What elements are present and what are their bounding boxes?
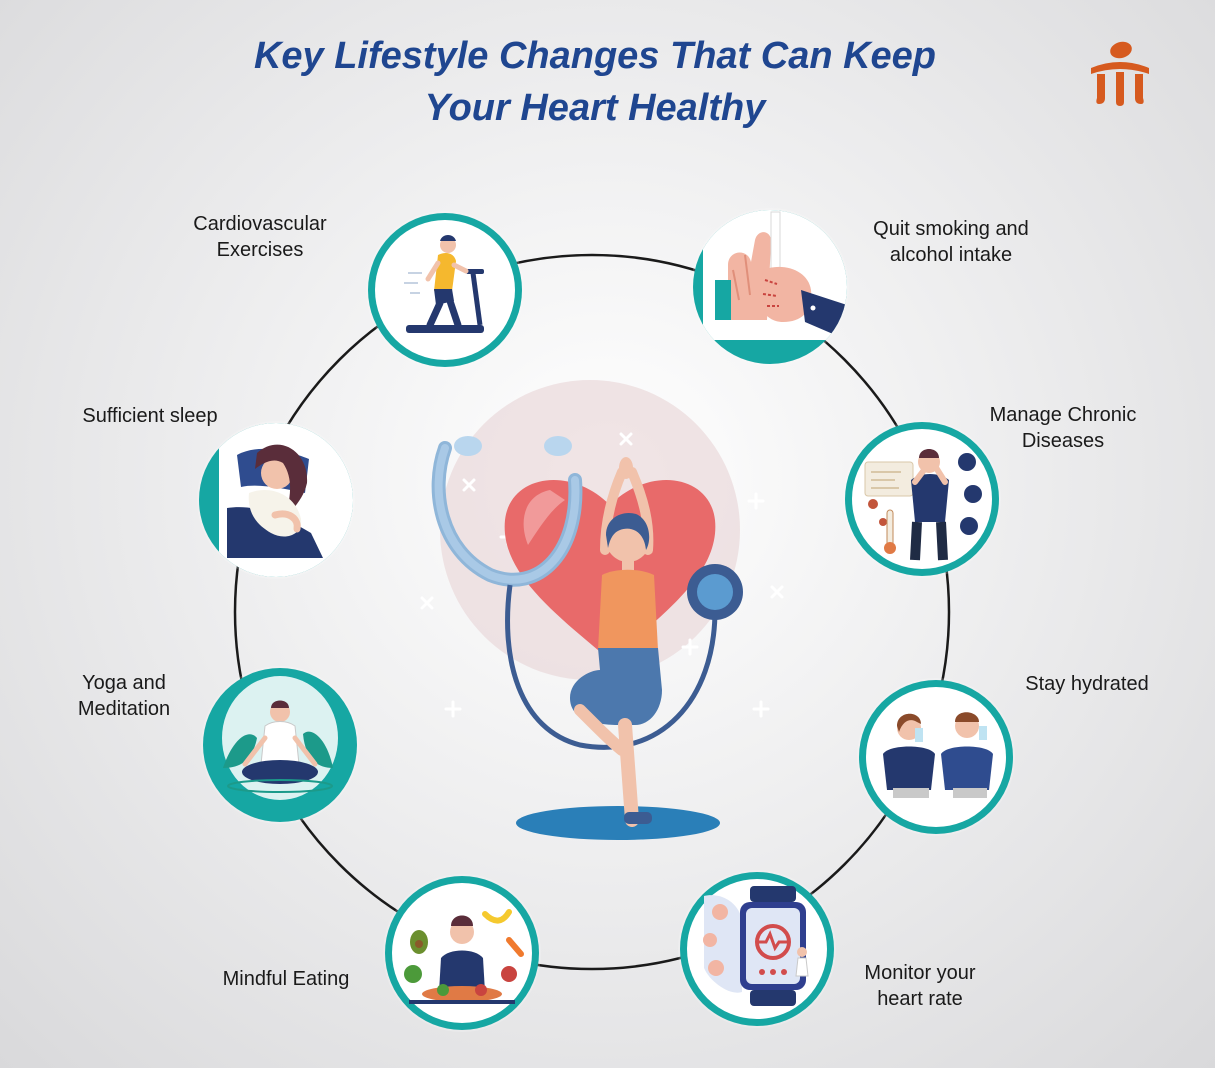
treadmill-icon	[375, 220, 515, 360]
label-chronic-line-1: Manage Chronic	[989, 404, 1137, 426]
label-chronic: Manage Chronic Diseases	[968, 402, 1158, 454]
label-eating-line-1: Mindful Eating	[222, 968, 350, 990]
smartwatch-heart-icon	[687, 879, 827, 1019]
label-cardio-line-2: Exercises	[216, 239, 304, 261]
label-yoga-line-1: Yoga and	[82, 672, 166, 694]
label-cardio: Cardiovascular Exercises	[168, 211, 352, 263]
label-yoga-line-2: Meditation	[77, 698, 171, 720]
meditation-icon	[222, 676, 338, 800]
label-quit-line-2: alcohol intake	[889, 244, 1013, 266]
label-monitor: Monitor your heart rate	[845, 960, 995, 1012]
label-monitor-line-2: heart rate	[877, 988, 963, 1010]
bubble-eating	[385, 876, 539, 1030]
bubble-hydrate	[859, 680, 1013, 834]
label-hydrate-line-1: Stay hydrated	[1025, 673, 1149, 695]
label-cardio-line-1: Cardiovascular	[193, 213, 327, 235]
label-yoga: Yoga and Meditation	[60, 670, 188, 722]
heart-yoga-illustration	[420, 380, 784, 840]
bubble-cardio	[368, 213, 522, 367]
label-eating: Mindful Eating	[202, 966, 370, 992]
label-sleep: Sufficient sleep	[60, 403, 240, 429]
label-quit: Quit smoking and alcohol intake	[850, 216, 1052, 268]
sleeping-person-icon	[219, 423, 353, 577]
label-sleep-line-1: Sufficient sleep	[82, 405, 218, 427]
drinking-water-icon	[866, 687, 1006, 827]
bubble-sleep	[199, 423, 353, 577]
label-chronic-line-2: Diseases	[1021, 430, 1105, 452]
healthy-food-icon	[392, 883, 532, 1023]
label-monitor-line-1: Monitor your	[864, 962, 976, 984]
bubble-quit	[693, 210, 847, 364]
label-hydrate: Stay hydrated	[1005, 671, 1169, 697]
bubble-monitor	[680, 872, 834, 1026]
bubble-yoga	[203, 668, 357, 822]
label-quit-line-1: Quit smoking and	[873, 218, 1029, 240]
no-smoking-hand-icon	[703, 210, 847, 340]
